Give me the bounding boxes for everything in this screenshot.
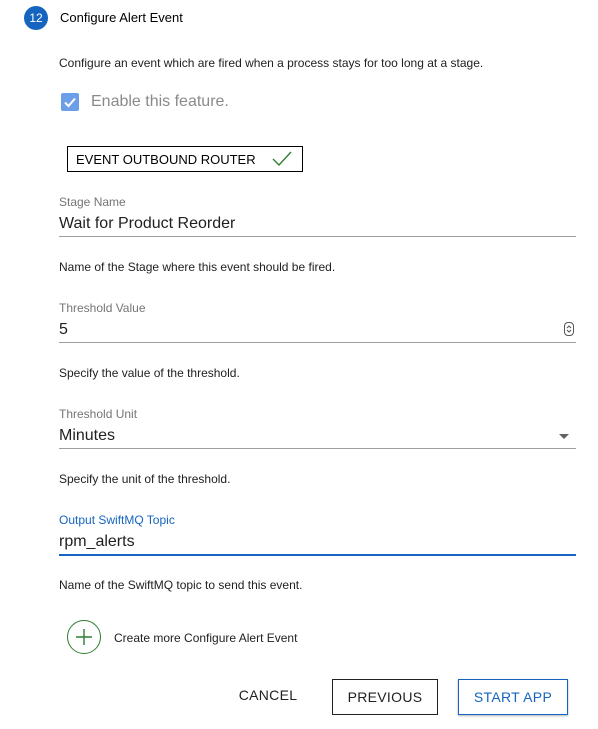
add-more-label[interactable]: Create more Configure Alert Event	[114, 631, 297, 645]
threshold-value-label: Threshold Value	[59, 301, 146, 315]
output-topic-field[interactable]: Output SwiftMQ Topic rpm_alerts	[59, 513, 576, 556]
checkmark-icon	[64, 97, 76, 108]
threshold-unit-field[interactable]: Threshold Unit Minutes	[59, 407, 576, 449]
chip-label: EVENT OUTBOUND ROUTER	[76, 151, 256, 167]
step-description: Configure an event which are fired when …	[59, 56, 484, 70]
threshold-unit-text: Minutes	[59, 427, 116, 444]
threshold-unit-label: Threshold Unit	[59, 407, 138, 421]
cancel-button[interactable]: CANCEL	[234, 677, 302, 713]
threshold-value-helper: Specify the value of the threshold.	[59, 366, 240, 380]
threshold-unit-select[interactable]: Minutes	[59, 424, 576, 449]
number-stepper-icon[interactable]	[564, 322, 574, 336]
output-topic-input[interactable]: rpm_alerts	[59, 530, 576, 556]
chevron-down-icon[interactable]	[559, 434, 569, 439]
output-topic-helper: Name of the SwiftMQ topic to send this e…	[59, 578, 303, 592]
threshold-value-text: 5	[59, 321, 68, 338]
stage-name-label: Stage Name	[59, 195, 126, 209]
check-icon	[272, 151, 292, 167]
output-topic-label: Output SwiftMQ Topic	[59, 513, 175, 527]
previous-button[interactable]: PREVIOUS	[332, 679, 438, 715]
enable-feature-label: Enable this feature.	[91, 93, 229, 110]
enable-feature-checkbox[interactable]	[61, 93, 79, 111]
threshold-value-field[interactable]: Threshold Value 5	[59, 301, 576, 343]
plus-icon	[76, 629, 92, 645]
threshold-value-input[interactable]: 5	[59, 318, 576, 343]
threshold-unit-helper: Specify the unit of the threshold.	[59, 472, 231, 486]
event-outbound-router-chip[interactable]: EVENT OUTBOUND ROUTER	[67, 146, 303, 172]
step-number-badge: 12	[24, 6, 48, 30]
add-more-button[interactable]	[67, 620, 101, 654]
stage-name-helper: Name of the Stage where this event shoul…	[59, 260, 336, 274]
stage-name-field[interactable]: Stage Name Wait for Product Reorder	[59, 195, 576, 237]
step-title: Configure Alert Event	[60, 10, 183, 25]
stage-name-input[interactable]: Wait for Product Reorder	[59, 212, 576, 237]
start-app-button[interactable]: START APP	[458, 679, 568, 715]
enable-feature-row[interactable]: Enable this feature.	[61, 93, 229, 111]
